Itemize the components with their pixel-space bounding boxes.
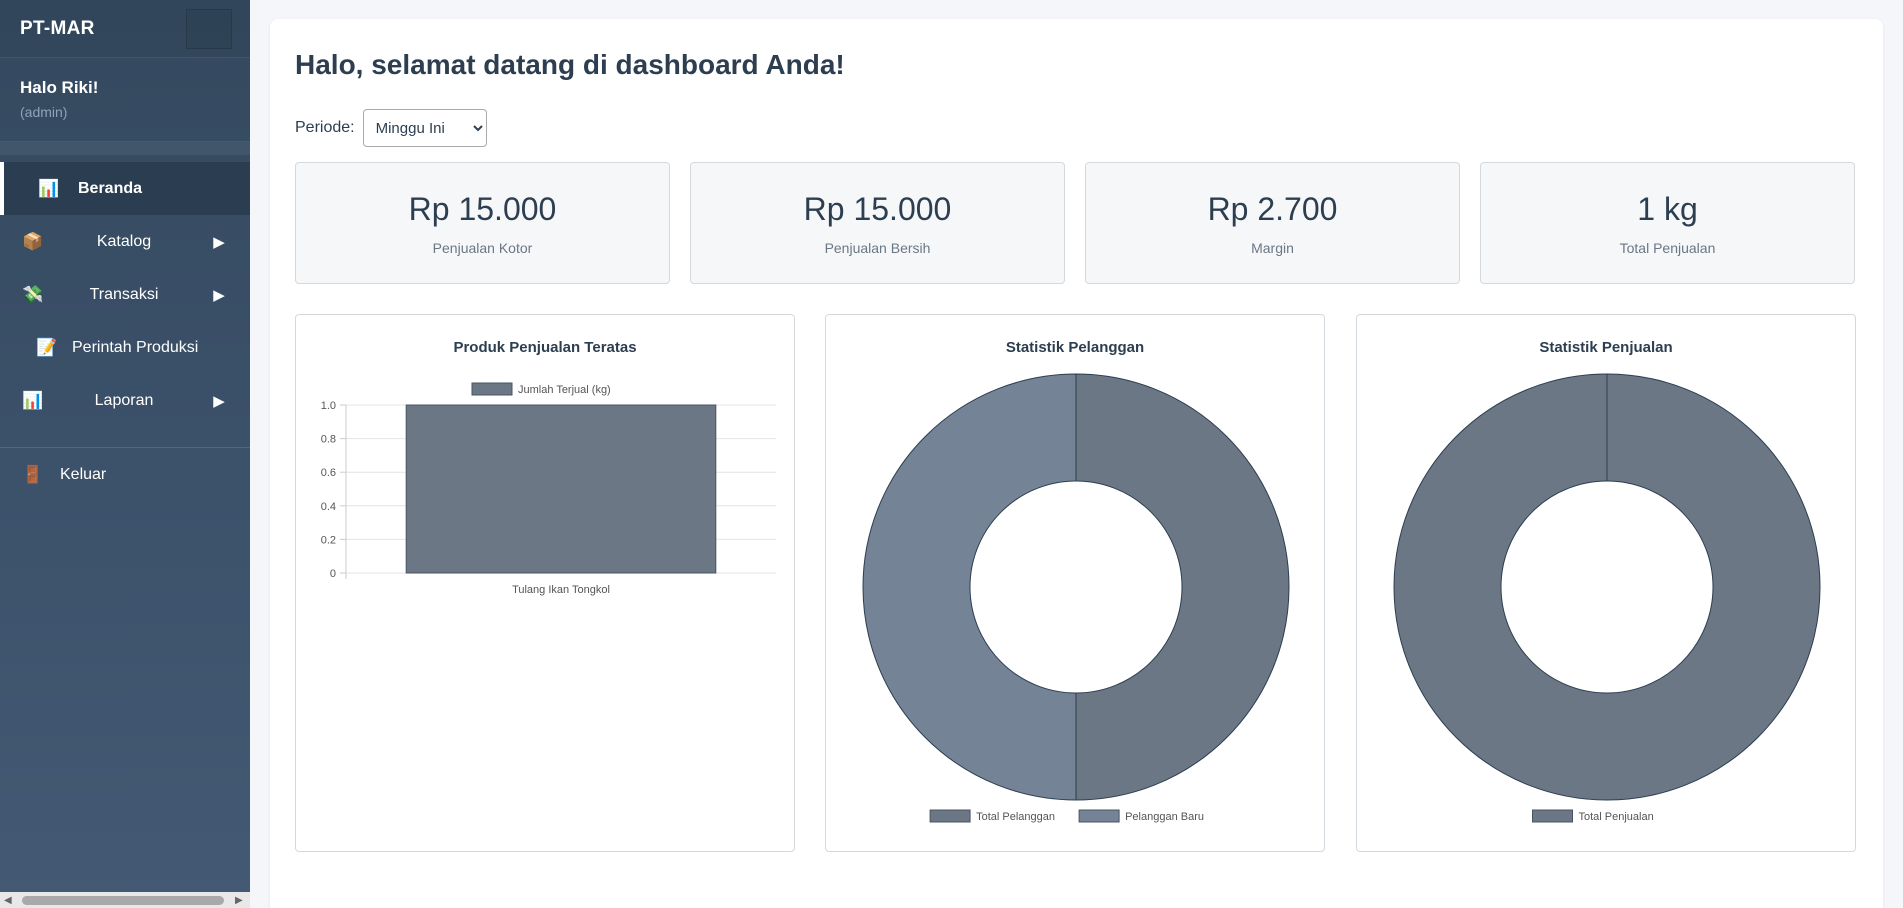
logout-button[interactable]: 🚪 Keluar <box>0 448 250 501</box>
sidebar: PT-MAR ← Halo Riki! (admin) 📊 Beranda 📦 … <box>0 0 250 908</box>
sidebar-item-beranda[interactable]: 📊 Beranda <box>0 162 250 215</box>
sidebar-nav: 📊 Beranda 📦 Katalog ▶ 💸 Transaksi ▶ 📝 Pe… <box>0 162 250 427</box>
sidebar-item-label: Transaksi <box>89 285 159 303</box>
stat-label: Penjualan Kotor <box>432 240 533 256</box>
dashboard-card: Halo, selamat datang di dashboard Anda! … <box>270 19 1883 908</box>
stat-label: Penjualan Bersih <box>824 240 931 256</box>
sidebar-item-laporan[interactable]: 📊 Laporan ▶ <box>0 374 250 427</box>
legend-label: Jumlah Terjual (kg) <box>518 384 611 396</box>
sales-stats-chart: Statistik Penjualan Total Penjualan <box>1356 314 1856 852</box>
stat-value: Rp 15.000 <box>803 191 952 227</box>
sidebar-item-perintah-produksi[interactable]: 📝 Perintah Produksi <box>0 321 250 374</box>
y-tick-label: 0.6 <box>321 467 336 479</box>
period-select[interactable]: Minggu Ini <box>362 109 487 147</box>
legend-swatch <box>1078 809 1120 823</box>
page-title: Halo, selamat datang di dashboard Anda! <box>295 49 845 80</box>
y-tick-label: 1.0 <box>321 400 336 412</box>
sidebar-toggle-button[interactable]: ← <box>186 8 232 49</box>
arrow-left-icon: ← <box>203 21 215 36</box>
customer-stats-chart: Statistik Pelanggan Total Pelanggan Pelan… <box>825 314 1325 852</box>
y-tick-label: 0 <box>330 568 336 580</box>
stat-label: Margin <box>1251 240 1294 256</box>
y-tick-label: 0.2 <box>321 534 336 546</box>
scroll-right-icon[interactable]: ▶ <box>235 895 243 906</box>
sidebar-item-katalog[interactable]: 📦 Katalog ▶ <box>0 215 250 268</box>
x-tick-label: Tulang Ikan Tongkol <box>512 584 610 596</box>
stat-card-penjualan-kotor: Rp 15.000 Penjualan Kotor <box>295 162 670 284</box>
bar-chart: Jumlah Terjual (kg) 0 0.2 0.4 0.6 0.8 1.0 Tulan… <box>321 382 776 596</box>
donut-chart: Total Pelanggan Pelanggan Baru <box>862 373 1290 823</box>
user-greeting: Halo Riki! <box>20 78 99 97</box>
sidebar-header: PT-MAR ← <box>0 0 250 58</box>
stat-value: Rp 2.700 <box>1207 191 1338 227</box>
sidebar-item-label: Perintah Produksi <box>72 338 199 356</box>
donut-inner-outline <box>1500 480 1714 694</box>
stat-card-margin: Rp 2.700 Margin <box>1085 162 1460 284</box>
stat-card-total-penjualan: 1 kg Total Penjualan <box>1480 162 1855 284</box>
stat-label: Total Penjualan <box>1619 240 1716 256</box>
divider <box>0 142 250 156</box>
sidebar-item-label: Katalog <box>96 232 152 250</box>
bar-chart-icon: 📊 <box>22 390 44 410</box>
logout-label: Keluar <box>60 465 107 483</box>
money-icon: 💸 <box>22 284 44 304</box>
legend-swatch <box>1532 809 1573 823</box>
user-role: (admin) <box>20 104 68 120</box>
legend-swatch <box>471 382 513 396</box>
stat-value: 1 kg <box>1637 191 1698 227</box>
sidebar-item-label: Beranda <box>78 179 143 197</box>
period-label: Periode: <box>295 119 355 136</box>
user-panel: Halo Riki! (admin) <box>0 58 250 142</box>
chevron-right-icon: ▶ <box>213 392 225 410</box>
legend-label: Total Pelanggan <box>976 811 1055 823</box>
stat-card-penjualan-bersih: Rp 15.000 Penjualan Bersih <box>690 162 1065 284</box>
bar-chart-icon: 📊 <box>38 178 60 198</box>
memo-icon: 📝 <box>36 337 58 357</box>
stat-value: Rp 15.000 <box>408 191 557 227</box>
bar <box>405 404 717 574</box>
period-filter: Periode: Minggu Ini <box>295 109 487 147</box>
horizontal-scrollbar[interactable]: ◀ ▶ <box>0 892 250 908</box>
scroll-thumb[interactable] <box>22 896 224 905</box>
chevron-right-icon: ▶ <box>213 233 225 251</box>
donut-chart: Total Penjualan <box>1393 373 1821 823</box>
door-icon: 🚪 <box>22 464 44 484</box>
legend-label: Pelanggan Baru <box>1125 811 1204 823</box>
donut-slice <box>1075 373 1290 801</box>
chevron-right-icon: ▶ <box>213 286 225 304</box>
sidebar-item-label: Laporan <box>94 391 154 409</box>
y-tick-label: 0.8 <box>321 434 336 446</box>
package-icon: 📦 <box>22 231 44 251</box>
brand-title: PT-MAR <box>20 17 95 39</box>
y-tick-label: 0.4 <box>321 501 336 513</box>
legend-label: Total Penjualan <box>1579 811 1654 823</box>
legend-swatch <box>929 809 971 823</box>
scroll-left-icon[interactable]: ◀ <box>4 895 12 906</box>
top-products-chart: Produk Penjualan Teratas Jumlah Terjual … <box>295 314 795 852</box>
donut-slice <box>862 373 1077 801</box>
sidebar-item-transaksi[interactable]: 💸 Transaksi ▶ <box>0 268 250 321</box>
